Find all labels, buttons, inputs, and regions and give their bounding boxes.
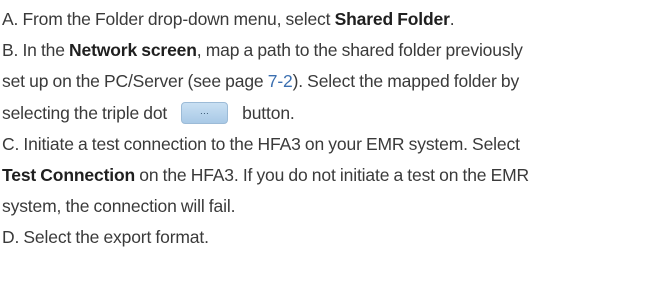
step-c-line-2-suffix: on the HFA3. If you do not initiate a te… — [135, 164, 530, 185]
step-c-line-1: C. Initiate a test connection to the HFA… — [2, 133, 520, 154]
step-a: A. From the Folder drop-down menu, selec… — [2, 4, 662, 35]
step-c-test-connection: Test Connection — [2, 164, 136, 185]
step-b-line-3-suffix: button. — [242, 102, 295, 123]
step-b-line-2: set up on the PC/Server (see page 7-2). … — [2, 66, 662, 97]
triple-dot-icon: ... — [200, 105, 210, 116]
step-b-network-screen: Network screen — [69, 40, 197, 61]
step-b-line-1: B. In the Network screen, map a path to … — [2, 35, 662, 66]
step-b-line-3-prefix: selecting the triple dot — [2, 102, 168, 123]
instruction-document: A. From the Folder drop-down menu, selec… — [0, 0, 662, 284]
step-b-line-3: selecting the triple dot... button. — [2, 98, 662, 129]
triple-dot-button: ... — [181, 101, 229, 124]
step-a-shared-folder: Shared Folder — [334, 9, 450, 29]
step-a-suffix: . — [449, 9, 455, 29]
page-reference-link[interactable]: 7-2 — [268, 71, 293, 91]
step-c-line-2: Test Connection on the HFA3. If you do n… — [2, 160, 662, 191]
step-a-text: A. From the Folder drop-down menu, selec… — [2, 9, 335, 29]
step-b-line-1-suffix: , map a path to the shared folder previo… — [196, 40, 523, 61]
step-b-prefix: B. In the — [2, 40, 70, 61]
step-b-line-2-suffix: ). Select the mapped folder by — [292, 71, 520, 92]
step-d: D. Select the export format. — [2, 227, 209, 248]
step-c-line-3: system, the connection will fail. — [2, 196, 236, 217]
step-b-line-2-prefix: set up on the PC/Server (see page — [2, 71, 268, 92]
